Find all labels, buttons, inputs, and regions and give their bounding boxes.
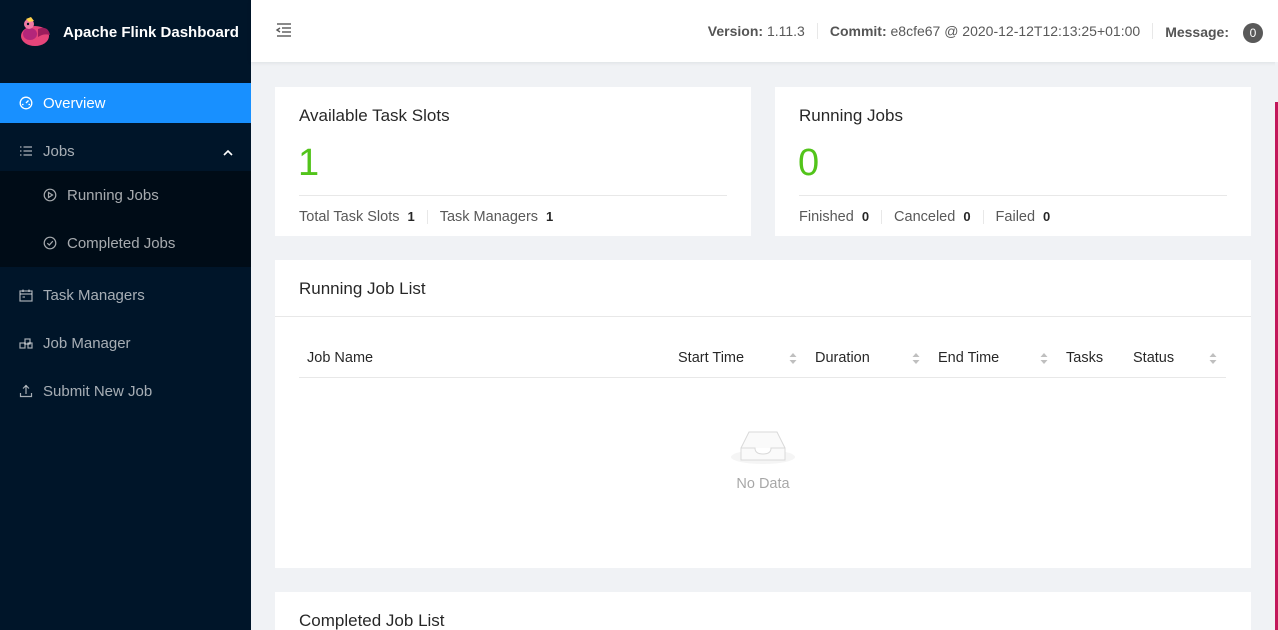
task-managers-label: Task Managers [439,209,539,225]
sidebar-item-label: Task Managers [43,286,145,304]
column-end-time[interactable]: End Time [938,350,999,366]
jobs-stats: Finished 0 Canceled 0 Failed 0 [799,209,1063,225]
column-duration[interactable]: Duration [815,350,870,366]
card-title: Available Task Slots [299,106,450,125]
jobs-submenu: Running Jobs Completed Jobs [0,171,251,267]
task-managers-value: 1 [546,209,554,224]
column-job-name[interactable]: Job Name [307,350,373,366]
column-tasks: Tasks [1066,350,1104,366]
sidebar-item-jobs[interactable]: Jobs [0,131,251,171]
divider [299,195,727,196]
sort-icon[interactable] [912,352,920,365]
message-label: Message: [1165,24,1229,40]
failed-count: Failed 0 [984,209,1063,225]
card-title: Running Jobs [799,106,903,125]
total-task-slots-label: Total Task Slots [299,209,400,225]
empty-text: No Data [736,476,790,492]
column-status[interactable]: Status [1133,350,1174,366]
sidebar-item-label: Running Jobs [67,186,159,204]
finished-value: 0 [861,209,870,224]
sidebar-item-overview[interactable]: Overview [0,83,251,123]
flink-logo-icon [18,15,52,49]
sidebar-item-submit-new-job[interactable]: Submit New Job [0,371,251,411]
check-circle-icon [42,235,58,251]
version-label: Version: [707,23,764,39]
task-managers-count: Task Managers 1 [428,209,566,225]
slots-stats: Total Task Slots 1 Task Managers 1 [299,209,566,225]
version-info: Version: 1.11.3 [696,23,818,39]
table-header: Job Name Start Time Duration End Time Ta… [299,346,1226,378]
sidebar-item-running-jobs[interactable]: Running Jobs [0,175,251,215]
canceled-value: 0 [963,209,971,224]
sidebar-menu: Overview Jobs Running Jobs Completed Job… [0,83,251,411]
finished-label: Finished [799,209,854,225]
sidebar-item-label: Jobs [43,142,75,160]
finished-count: Finished 0 [799,209,883,225]
completed-job-list-card: Completed Job List [275,592,1251,630]
task-slots-card: Available Task Slots 1 Total Task Slots 1… [275,87,751,236]
logo[interactable]: Apache Flink Dashboard [0,0,251,64]
sidebar-item-label: Completed Jobs [67,234,176,252]
header-info: Version: 1.11.3 Commit: e8cfe67 @ 2020-1… [696,0,1278,62]
divider [799,195,1227,196]
commit-label: Commit: [829,23,887,39]
message-info[interactable]: Message: 0 [1153,23,1278,43]
card-title: Running Job List [299,279,426,298]
cluster-icon [18,335,34,351]
menu-fold-icon[interactable] [275,22,293,38]
available-slots-value: 1 [298,142,320,184]
top-header: Version: 1.11.3 Commit: e8cfe67 @ 2020-1… [251,0,1278,62]
commit-value: e8cfe67 @ 2020-12-12T12:13:25+01:00 [890,23,1141,39]
canceled-count: Canceled 0 [882,210,984,224]
running-job-list-card: Running Job List Job Name Start Time Dur… [275,260,1251,568]
empty-state: No Data [275,424,1251,492]
play-circle-icon [42,187,58,203]
sidebar-item-job-manager[interactable]: Job Manager [0,323,251,363]
sidebar-item-completed-jobs[interactable]: Completed Jobs [0,223,251,263]
card-header-divider [275,316,1251,317]
sidebar-item-label: Overview [43,94,106,112]
sort-icon[interactable] [1040,352,1048,365]
sidebar-item-label: Job Manager [43,334,131,352]
canceled-label: Canceled [894,209,956,225]
sort-icon[interactable] [789,352,797,365]
dashboard-icon [18,95,34,111]
failed-label: Failed [995,209,1036,225]
app-title: Apache Flink Dashboard [63,23,239,41]
sort-icon[interactable] [1209,352,1217,365]
card-title: Completed Job List [299,611,445,630]
version-value: 1.11.3 [766,23,805,39]
upload-icon [18,383,34,399]
commit-info: Commit: e8cfe67 @ 2020-12-12T12:13:25+01… [818,23,1154,39]
chevron-up-icon [223,144,233,161]
sidebar-item-task-managers[interactable]: Task Managers [0,275,251,315]
sidebar: Apache Flink Dashboard Overview Jobs Run… [0,0,251,630]
total-task-slots: Total Task Slots 1 [299,210,428,224]
empty-inbox-icon [731,424,795,470]
failed-value: 0 [1043,209,1051,224]
total-task-slots-value: 1 [407,209,415,224]
column-start-time[interactable]: Start Time [678,350,744,366]
sidebar-item-label: Submit New Job [43,382,153,400]
running-jobs-value: 0 [798,142,820,184]
schedule-icon [18,287,34,303]
list-icon [18,143,34,159]
running-jobs-card: Running Jobs 0 Finished 0 Canceled 0 Faile… [775,87,1251,236]
message-count-badge[interactable]: 0 [1243,23,1263,43]
